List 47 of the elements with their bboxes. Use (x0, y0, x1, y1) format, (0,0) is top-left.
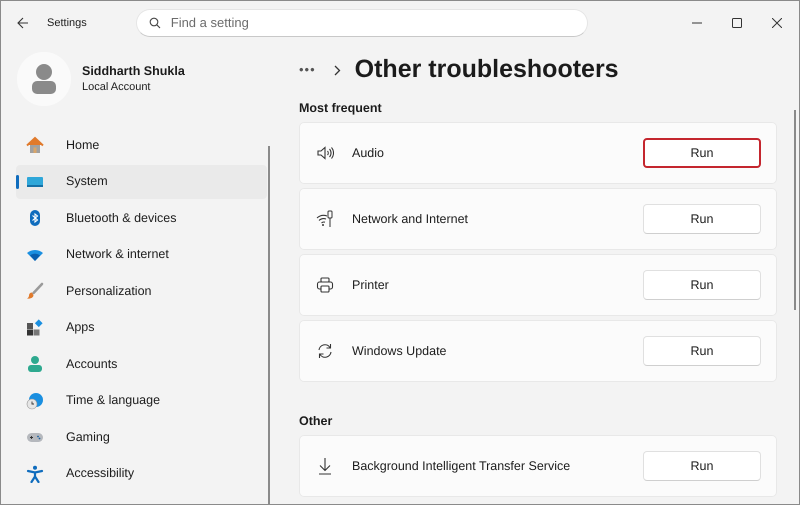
troubleshooter-label: Background Intelligent Transfer Service (352, 458, 570, 475)
section-heading: Most frequent (299, 100, 383, 117)
sidebar-item[interactable]: Gaming (16, 420, 267, 454)
sidebar-item[interactable]: Network & internet (16, 238, 267, 272)
run-button[interactable]: Run (643, 451, 761, 481)
troubleshooter-label: Printer (352, 276, 389, 294)
back-icon[interactable] (17, 17, 29, 29)
sidebar-item[interactable]: System (16, 164, 267, 198)
chevron-right-icon (334, 64, 341, 76)
sidebar-item[interactable]: Accounts (16, 347, 267, 381)
run-button[interactable]: Run (643, 138, 761, 168)
download-icon (316, 457, 334, 475)
troubleshooter-label: Audio (352, 144, 384, 162)
run-button[interactable]: Run (643, 204, 761, 234)
window-title: Settings (47, 16, 87, 31)
search-field[interactable]: Find a setting (136, 9, 588, 37)
selection-indicator (16, 174, 19, 188)
maximize-icon[interactable] (732, 18, 742, 28)
printer-icon (316, 276, 334, 294)
breadcrumb-overflow[interactable]: ••• (299, 60, 316, 80)
profile-name: Siddharth Shukla (82, 63, 185, 79)
home-icon (26, 136, 44, 154)
page-title: Other troubleshooters (354, 54, 619, 86)
search-input: Find a setting (170, 13, 551, 33)
sidebar-item[interactable]: Bluetooth & devices (16, 201, 267, 235)
sidebar-item[interactable]: Apps (16, 310, 267, 344)
run-button[interactable]: Run (643, 270, 761, 300)
apps-icon (26, 318, 44, 336)
search-icon (148, 17, 161, 29)
person-icon (31, 63, 57, 95)
sidebar-item[interactable]: Accessibility (16, 456, 267, 490)
network-icon (316, 210, 334, 228)
sync-icon (316, 342, 334, 360)
run-button[interactable]: Run (643, 336, 761, 366)
sidebar-item[interactable]: Home (16, 128, 267, 162)
brush-icon (26, 282, 44, 300)
sidebar-item[interactable]: Personalization (16, 274, 267, 308)
section-heading: Other (299, 413, 334, 430)
accessibility-icon (26, 464, 44, 482)
speaker-icon (316, 144, 334, 162)
sidebar-item[interactable]: Time & language (16, 384, 267, 418)
troubleshooter-label: Windows Update (352, 342, 446, 360)
troubleshooter-label: Network and Internet (352, 210, 468, 228)
person-icon (26, 355, 44, 373)
globe-clock-icon (26, 392, 44, 410)
close-icon[interactable] (772, 18, 782, 28)
account-type: Local Account (82, 80, 152, 95)
